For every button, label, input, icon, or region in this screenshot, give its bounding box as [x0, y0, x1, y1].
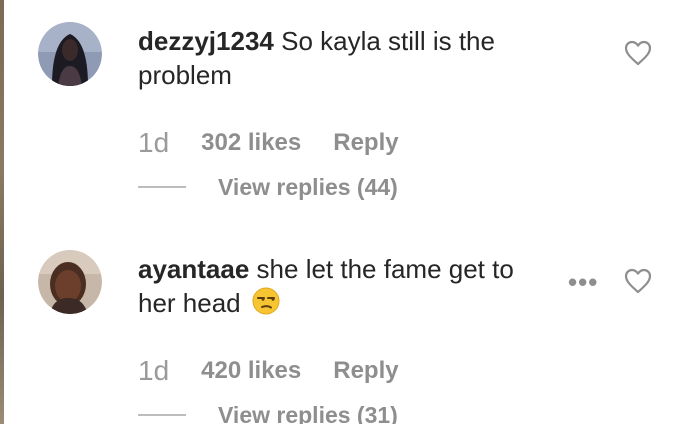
comment-meta: 1d 420 likes Reply [138, 354, 399, 388]
replies-divider-line [138, 414, 186, 416]
heart-outline-icon[interactable] [624, 268, 652, 294]
avatar[interactable] [38, 250, 102, 314]
comment-time: 1d [138, 355, 170, 386]
view-replies-row[interactable]: View replies (31) [138, 400, 398, 424]
reply-button[interactable]: Reply [333, 357, 398, 385]
view-replies-button[interactable]: View replies (31) [218, 402, 398, 424]
comments-panel: dezzyj1234 So kayla still is the problem… [0, 0, 678, 424]
unamused-face-emoji [252, 287, 280, 323]
comment-body: she let the fame get to [256, 254, 514, 284]
comment-body-line2: her head [138, 288, 241, 318]
more-options-icon[interactable]: ••• [568, 269, 598, 295]
text-fade-overlay [520, 252, 564, 286]
comment-text-line2: her head [138, 286, 558, 323]
comment-text: ayantaae she let the fame get to [138, 252, 558, 286]
comment-username[interactable]: ayantaae [138, 254, 249, 284]
comment-item: ayantaae she let the fame get to her hea… [0, 0, 678, 424]
likes-count[interactable]: 420 likes [201, 357, 301, 385]
